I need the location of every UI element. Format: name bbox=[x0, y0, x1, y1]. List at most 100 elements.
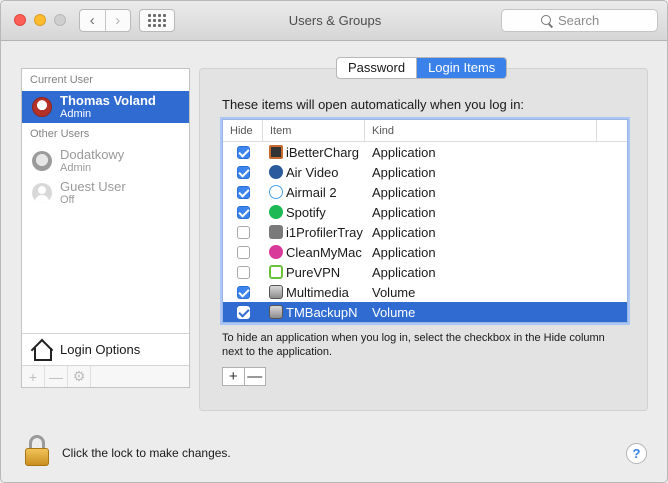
hide-cell bbox=[223, 285, 263, 299]
tab-login-items[interactable]: Login Items bbox=[416, 58, 507, 78]
other-users-header: Other Users bbox=[30, 128, 90, 140]
hide-checkbox[interactable] bbox=[236, 205, 250, 219]
help-button[interactable]: ? bbox=[626, 443, 647, 464]
add-remove-buttons: + — bbox=[222, 367, 266, 386]
lock-icon[interactable] bbox=[25, 435, 49, 467]
item-cell: PureVPN bbox=[263, 265, 365, 280]
item-cell: Spotify bbox=[263, 205, 365, 220]
column-kind[interactable]: Kind bbox=[365, 120, 597, 141]
remove-user-button[interactable]: — bbox=[45, 366, 68, 387]
item-kind: Volume bbox=[372, 284, 416, 300]
title-bar: ‹ › Users & Groups bbox=[1, 1, 667, 41]
tab-password[interactable]: Password bbox=[337, 58, 416, 78]
login-options-item[interactable]: Login Options bbox=[22, 333, 189, 365]
column-item[interactable]: Item bbox=[263, 120, 365, 141]
user-row-thomas-voland[interactable]: Thomas Voland Admin bbox=[22, 91, 189, 123]
table-row[interactable]: Multimedia Volume bbox=[223, 282, 627, 302]
purevpn-icon bbox=[269, 265, 283, 279]
item-kind: Application bbox=[372, 164, 436, 180]
hide-checkbox[interactable] bbox=[236, 145, 250, 159]
item-name: TMBackupN bbox=[286, 304, 358, 320]
item-kind: Application bbox=[372, 244, 436, 260]
item-name: Spotify bbox=[286, 204, 326, 220]
hide-cell bbox=[223, 205, 263, 219]
user-role: Admin bbox=[60, 108, 92, 120]
hide-cell bbox=[223, 305, 263, 319]
table-row[interactable]: Air Video Application bbox=[223, 162, 627, 182]
table-row[interactable]: PureVPN Application bbox=[223, 262, 627, 282]
table-row[interactable]: Airmail 2 Application bbox=[223, 182, 627, 202]
tab-control: Password Login Items bbox=[336, 57, 508, 79]
add-login-item-button[interactable]: + bbox=[223, 368, 244, 385]
airmail-icon bbox=[269, 185, 283, 199]
remove-login-item-button[interactable]: — bbox=[243, 368, 266, 385]
table-row[interactable]: iBetterCharg Application bbox=[223, 142, 627, 162]
user-row-guest-user[interactable]: Guest User Off bbox=[22, 177, 189, 209]
ibettercharge-icon bbox=[269, 145, 283, 159]
hide-checkbox[interactable] bbox=[236, 165, 250, 179]
column-hide[interactable]: Hide bbox=[223, 120, 263, 141]
user-role: Admin bbox=[60, 162, 92, 174]
item-cell: TMBackupN bbox=[263, 305, 365, 320]
user-name: Guest User bbox=[60, 179, 126, 194]
airvideo-icon bbox=[269, 165, 283, 179]
user-role: Off bbox=[60, 194, 75, 206]
volume-icon bbox=[269, 305, 283, 319]
table-row[interactable]: TMBackupN Volume bbox=[223, 302, 627, 322]
login-items-intro: These items will open automatically when… bbox=[222, 97, 525, 112]
i1profiler-icon bbox=[269, 225, 283, 239]
hide-checkbox[interactable] bbox=[236, 305, 250, 319]
table-row[interactable]: Spotify Application bbox=[223, 202, 627, 222]
hide-cell bbox=[223, 225, 263, 239]
item-cell: Air Video bbox=[263, 165, 365, 180]
hide-checkbox[interactable] bbox=[236, 245, 250, 259]
lock-text: Click the lock to make changes. bbox=[62, 446, 231, 460]
hide-cell bbox=[223, 265, 263, 279]
user-list: Current User Thomas Voland Admin Other U… bbox=[21, 68, 190, 388]
hide-cell bbox=[223, 145, 263, 159]
spotify-icon bbox=[269, 205, 283, 219]
hide-cell bbox=[223, 165, 263, 179]
search-icon bbox=[541, 14, 553, 27]
gear-icon: ⚙ bbox=[72, 368, 86, 384]
item-name: Multimedia bbox=[286, 284, 349, 300]
item-cell: Airmail 2 bbox=[263, 185, 365, 200]
item-name: i1ProfilerTray bbox=[286, 224, 363, 240]
item-name: Airmail 2 bbox=[286, 184, 337, 200]
item-kind: Volume bbox=[372, 304, 416, 320]
hide-checkbox[interactable] bbox=[236, 185, 250, 199]
search-input[interactable] bbox=[558, 13, 618, 28]
hide-checkbox[interactable] bbox=[236, 285, 250, 299]
item-name: PureVPN bbox=[286, 264, 341, 280]
house-icon bbox=[30, 340, 52, 361]
login-items-table: Hide Item Kind iBetterCharg Application Ai… bbox=[222, 119, 628, 323]
hide-checkbox[interactable] bbox=[236, 265, 250, 279]
user-list-footer: + — ⚙ bbox=[22, 365, 189, 387]
hide-hint: To hide an application when you log in, … bbox=[222, 332, 605, 358]
item-kind: Application bbox=[372, 184, 436, 200]
table-row[interactable]: CleanMyMac Application bbox=[223, 242, 627, 262]
table-body: iBetterCharg Application Air Video Applicat… bbox=[223, 142, 627, 322]
action-menu-button[interactable]: ⚙ bbox=[68, 366, 91, 387]
search-field[interactable] bbox=[501, 9, 658, 32]
item-name: Air Video bbox=[286, 164, 339, 180]
user-name: Dodatkowy bbox=[60, 147, 125, 162]
hide-checkbox[interactable] bbox=[236, 225, 250, 239]
user-row-dodatkowy[interactable]: Dodatkowy Admin bbox=[22, 145, 189, 177]
user-name: Thomas Voland bbox=[60, 93, 156, 108]
item-cell: iBetterCharg bbox=[263, 145, 365, 160]
login-options-label: Login Options bbox=[60, 342, 141, 357]
guest-avatar-icon bbox=[32, 183, 52, 203]
table-row[interactable]: i1ProfilerTray Application bbox=[223, 222, 627, 242]
avatar bbox=[32, 151, 52, 171]
hide-cell bbox=[223, 245, 263, 259]
item-kind: Application bbox=[372, 224, 436, 240]
item-kind: Application bbox=[372, 144, 436, 160]
current-user-header: Current User bbox=[30, 74, 93, 86]
item-kind: Application bbox=[372, 204, 436, 220]
cleanmymac-icon bbox=[269, 245, 283, 259]
item-cell: i1ProfilerTray bbox=[263, 225, 365, 240]
add-user-button[interactable]: + bbox=[22, 366, 45, 387]
table-header: Hide Item Kind bbox=[223, 120, 627, 142]
avatar bbox=[32, 97, 52, 117]
